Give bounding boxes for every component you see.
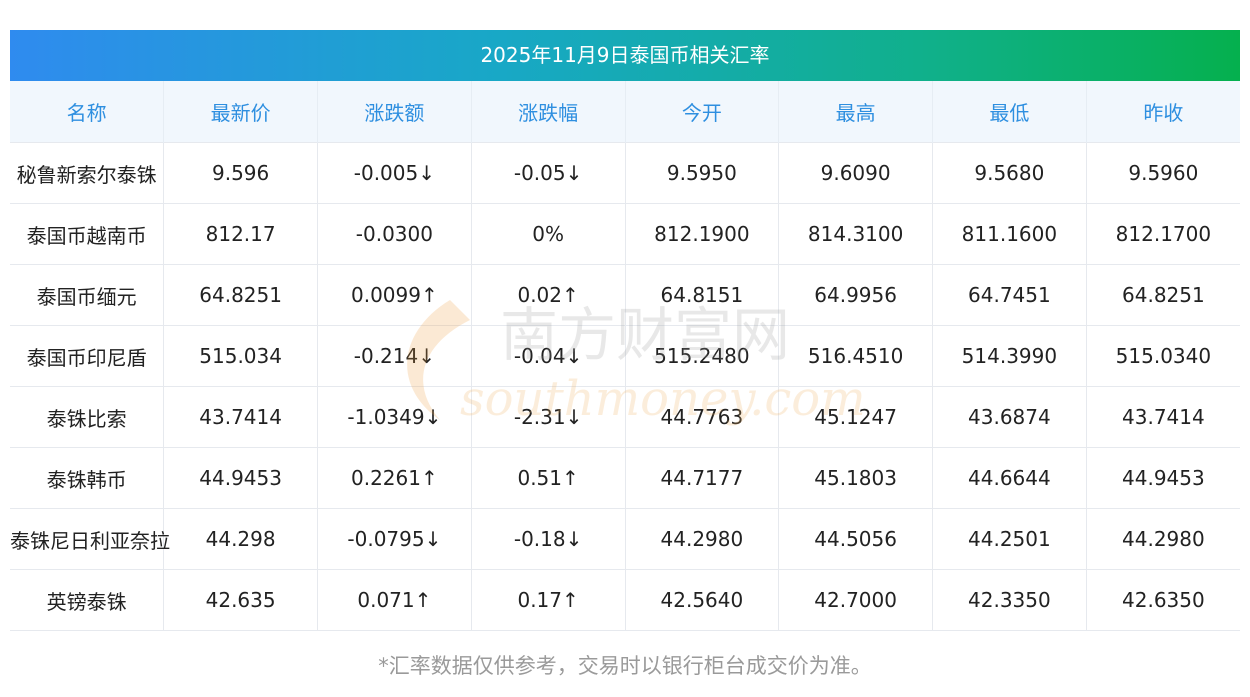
cell-low: 44.6644 [932, 447, 1087, 509]
cell-change: 0.0099↑ [317, 264, 472, 326]
cell-change: -0.0300 [317, 203, 472, 265]
cell-pair-name: 秘鲁新索尔泰铢 [10, 142, 165, 204]
cell-open: 9.5950 [625, 142, 780, 204]
table-row: 泰铢韩币 44.9453 0.2261↑ 0.51↑ 44.7177 45.1803 44.… [10, 447, 1240, 509]
cell-low: 514.3990 [932, 325, 1087, 387]
cell-open: 64.8151 [625, 264, 780, 326]
table-row: 泰铢尼日利亚奈拉 44.298 -0.0795↓ -0.18↓ 44.2980 44.50… [10, 508, 1240, 570]
cell-prev-close: 64.8251 [1086, 264, 1240, 326]
cell-pair-name: 泰国币越南币 [10, 203, 165, 265]
cell-change-pct: -0.18↓ [471, 508, 626, 570]
cell-latest: 64.8251 [163, 264, 318, 326]
cell-high: 45.1803 [778, 447, 933, 509]
column-header-prev-close: 昨收 [1086, 81, 1240, 143]
column-header-open: 今开 [625, 81, 780, 143]
table-title: 2025年11月9日泰国币相关汇率 [10, 30, 1240, 81]
column-header-name: 名称 [10, 81, 165, 143]
cell-open: 812.1900 [625, 203, 780, 265]
cell-high: 64.9956 [778, 264, 933, 326]
cell-change-pct: 0.02↑ [471, 264, 626, 326]
page: 2025年11月9日泰国币相关汇率 名称 最新价 涨跌额 涨跌幅 今开 最高 最… [0, 0, 1250, 697]
cell-open: 42.5640 [625, 569, 780, 631]
table-header-row: 名称 最新价 涨跌额 涨跌幅 今开 最高 最低 昨收 [10, 81, 1240, 143]
cell-pair-name: 泰铢尼日利亚奈拉 [10, 508, 170, 570]
cell-change-pct: 0% [471, 203, 626, 265]
cell-prev-close: 9.5960 [1086, 142, 1240, 204]
cell-change: 0.2261↑ [317, 447, 472, 509]
cell-open: 44.7177 [625, 447, 780, 509]
cell-high: 9.6090 [778, 142, 933, 204]
cell-high: 814.3100 [778, 203, 933, 265]
cell-change: -0.005↓ [317, 142, 472, 204]
cell-low: 43.6874 [932, 386, 1087, 448]
column-header-latest: 最新价 [163, 81, 318, 143]
table-row: 秘鲁新索尔泰铢 9.596 -0.005↓ -0.05↓ 9.5950 9.6090 9.5… [10, 142, 1240, 204]
cell-low: 64.7451 [932, 264, 1087, 326]
exchange-rate-table: 名称 最新价 涨跌额 涨跌幅 今开 最高 最低 昨收 秘鲁新索尔泰铢 9.596-… [10, 81, 1240, 631]
cell-prev-close: 515.0340 [1086, 325, 1240, 387]
cell-pair-name: 英镑泰铢 [10, 569, 165, 631]
cell-change: -0.214↓ [317, 325, 472, 387]
cell-change-pct: -0.04↓ [471, 325, 626, 387]
cell-pair-name: 泰国币印尼盾 [10, 325, 165, 387]
cell-latest: 812.17 [163, 203, 318, 265]
cell-prev-close: 43.7414 [1086, 386, 1240, 448]
cell-pair-name: 泰铢韩币 [10, 447, 165, 509]
cell-low: 9.5680 [932, 142, 1087, 204]
cell-high: 42.7000 [778, 569, 933, 631]
cell-prev-close: 42.6350 [1086, 569, 1240, 631]
cell-low: 42.3350 [932, 569, 1087, 631]
cell-open: 515.2480 [625, 325, 780, 387]
table-row: 泰铢比索 43.7414 -1.0349↓ -2.31↓ 44.7763 45.1247 4… [10, 386, 1240, 448]
cell-change-pct: 0.51↑ [471, 447, 626, 509]
table-body: 秘鲁新索尔泰铢 9.596 -0.005↓ -0.05↓ 9.5950 9.6090 9.5… [10, 142, 1240, 631]
table-row: 泰国币印尼盾 515.034 -0.214↓ -0.04↓ 515.2480 516.45… [10, 325, 1240, 387]
cell-latest: 515.034 [163, 325, 318, 387]
cell-open: 44.2980 [625, 508, 780, 570]
cell-high: 45.1247 [778, 386, 933, 448]
cell-prev-close: 812.1700 [1086, 203, 1240, 265]
footnote: *汇率数据仅供参考，交易时以银行柜台成交价为准。 [378, 654, 872, 678]
cell-low: 44.2501 [932, 508, 1087, 570]
column-header-low: 最低 [932, 81, 1087, 143]
cell-prev-close: 44.2980 [1086, 508, 1240, 570]
cell-change-pct: -2.31↓ [471, 386, 626, 448]
table-row: 泰国币越南币 812.17 -0.0300 0% 812.1900 814.3100 811… [10, 203, 1240, 265]
cell-change: -1.0349↓ [317, 386, 472, 448]
cell-change: 0.071↑ [317, 569, 472, 631]
cell-change: -0.0795↓ [317, 508, 472, 570]
cell-latest: 43.7414 [163, 386, 318, 448]
cell-latest: 44.298 [163, 508, 318, 570]
cell-change-pct: -0.05↓ [471, 142, 626, 204]
table-row: 英镑泰铢 42.635 0.071↑ 0.17↑ 42.5640 42.7000 42.33… [10, 569, 1240, 631]
cell-latest: 9.596 [163, 142, 318, 204]
cell-low: 811.1600 [932, 203, 1087, 265]
cell-change-pct: 0.17↑ [471, 569, 626, 631]
cell-prev-close: 44.9453 [1086, 447, 1240, 509]
table-row: 泰国币缅元 64.8251 0.0099↑ 0.02↑ 64.8151 64.9956 64… [10, 264, 1240, 326]
cell-latest: 44.9453 [163, 447, 318, 509]
cell-pair-name: 泰铢比索 [10, 386, 165, 448]
column-header-change: 涨跌额 [317, 81, 472, 143]
cell-latest: 42.635 [163, 569, 318, 631]
cell-high: 516.4510 [778, 325, 933, 387]
column-header-high: 最高 [778, 81, 933, 143]
cell-pair-name: 泰国币缅元 [10, 264, 165, 326]
cell-high: 44.5056 [778, 508, 933, 570]
cell-open: 44.7763 [625, 386, 780, 448]
column-header-change-pct: 涨跌幅 [471, 81, 626, 143]
